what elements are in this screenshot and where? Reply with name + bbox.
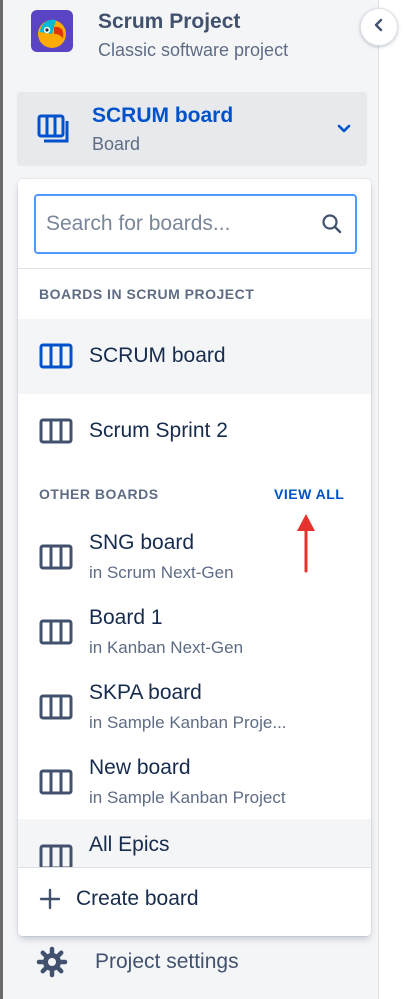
project-type: Classic software project (98, 40, 289, 60)
chevron-left-icon (372, 18, 386, 37)
gear-icon (36, 946, 68, 983)
board-switcher-dropdown: BOARDS IN SCRUM PROJECT SCRUM board Scru… (18, 179, 371, 936)
project-header: Scrum Project Classic software project (31, 8, 288, 68)
project-name: Scrum Project (98, 10, 241, 33)
project-settings-item[interactable]: Project settings (17, 938, 367, 988)
project-sidebar: Scrum Project Classic software project S… (3, 0, 379, 999)
board-icon (37, 114, 71, 149)
collapse-sidebar-button[interactable] (360, 8, 398, 46)
chevron-down-icon (335, 120, 353, 143)
parrot-avatar-icon (31, 10, 73, 52)
current-board-type: Board (92, 134, 141, 154)
project-settings-label: Project settings (95, 950, 239, 973)
red-arrow-icon (297, 514, 315, 573)
board-switcher-button[interactable]: SCRUM board Board (17, 92, 367, 166)
current-board-name: SCRUM board (92, 104, 234, 127)
